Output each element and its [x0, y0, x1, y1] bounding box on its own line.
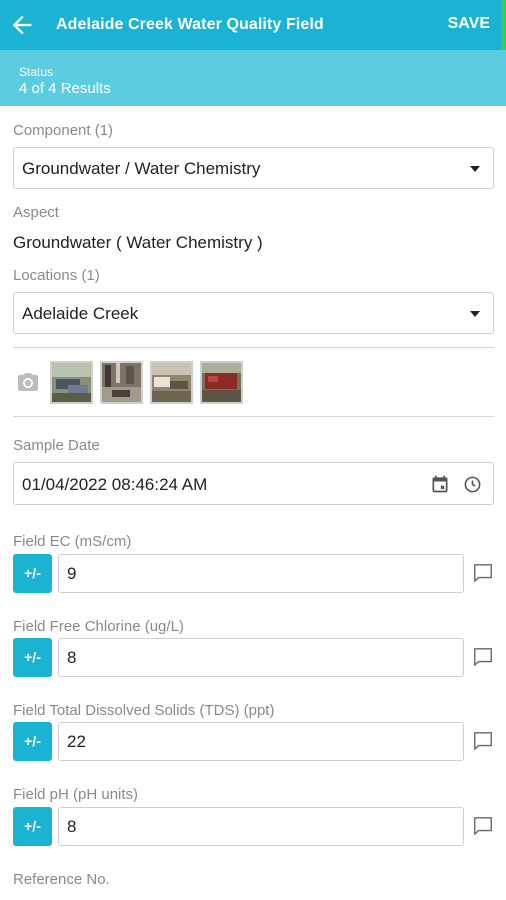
field-ec-input[interactable]: 9 [58, 554, 464, 593]
field-ph-value: 8 [67, 817, 77, 836]
divider [13, 416, 494, 417]
aspect-value: Groundwater ( Water Chemistry ) [13, 233, 263, 252]
field-chlorine-input[interactable]: 8 [58, 638, 464, 677]
save-button[interactable]: SAVE [448, 15, 490, 33]
field-chlorine-label: Field Free Chlorine (ug/L) [13, 618, 184, 635]
field-tds-value: 22 [67, 732, 86, 751]
photo-thumbnail-2[interactable] [100, 361, 143, 404]
accent-strip [501, 0, 506, 50]
dropdown-caret-icon [470, 311, 480, 317]
camera-icon[interactable] [14, 370, 42, 394]
locations-dropdown[interactable]: Adelaide Creek [13, 292, 494, 334]
field-ph-input[interactable]: 8 [58, 807, 464, 846]
photo-thumbnail-3[interactable] [150, 361, 193, 404]
field-ph-label: Field pH (pH units) [13, 786, 139, 803]
comment-icon[interactable] [471, 730, 495, 752]
field-ec-label: Field EC (mS/cm) [13, 533, 132, 550]
status-label: Status [19, 65, 54, 79]
field-chlorine-value: 8 [67, 648, 77, 667]
plus-minus-button[interactable]: +/- [13, 554, 52, 593]
aspect-label: Aspect [13, 204, 59, 221]
field-tds-input[interactable]: 22 [58, 722, 464, 761]
plus-minus-button[interactable]: +/- [13, 638, 52, 677]
comment-icon[interactable] [471, 646, 495, 668]
photo-image [102, 363, 141, 402]
app-bar: Adelaide Creek Water Quality Field SAVE [0, 0, 506, 50]
sample-date-field[interactable]: 01/04/2022 08:46:24 AM [13, 462, 494, 505]
divider [13, 347, 494, 348]
component-dropdown[interactable]: Groundwater / Water Chemistry [13, 147, 494, 189]
photo-thumbnail-4[interactable] [200, 361, 243, 404]
sample-date-label: Sample Date [13, 437, 100, 454]
photo-image [202, 363, 241, 402]
dropdown-caret-icon [470, 166, 480, 172]
comment-icon[interactable] [471, 815, 495, 837]
field-tds-label: Field Total Dissolved Solids (TDS) (ppt) [13, 702, 275, 719]
plus-minus-button[interactable]: +/- [13, 722, 52, 761]
page-title: Adelaide Creek Water Quality Field [56, 16, 324, 33]
comment-icon[interactable] [471, 562, 495, 584]
calendar-icon[interactable] [430, 474, 450, 494]
status-value: 4 of 4 Results [19, 80, 111, 97]
sample-date-value: 01/04/2022 08:46:24 AM [22, 475, 208, 494]
reference-label: Reference No. [13, 871, 110, 888]
locations-label: Locations (1) [13, 267, 100, 284]
status-bar: Status 4 of 4 Results [0, 50, 506, 106]
field-ec-value: 9 [67, 564, 77, 583]
photo-image [152, 363, 191, 402]
back-arrow-icon[interactable] [8, 11, 36, 39]
component-value: Groundwater / Water Chemistry [22, 159, 261, 178]
locations-value: Adelaide Creek [22, 304, 139, 323]
plus-minus-button[interactable]: +/- [13, 807, 52, 846]
component-label: Component (1) [13, 122, 114, 139]
photo-image [52, 363, 91, 402]
clock-icon[interactable] [463, 475, 482, 494]
photo-thumbnail-1[interactable] [50, 361, 93, 404]
